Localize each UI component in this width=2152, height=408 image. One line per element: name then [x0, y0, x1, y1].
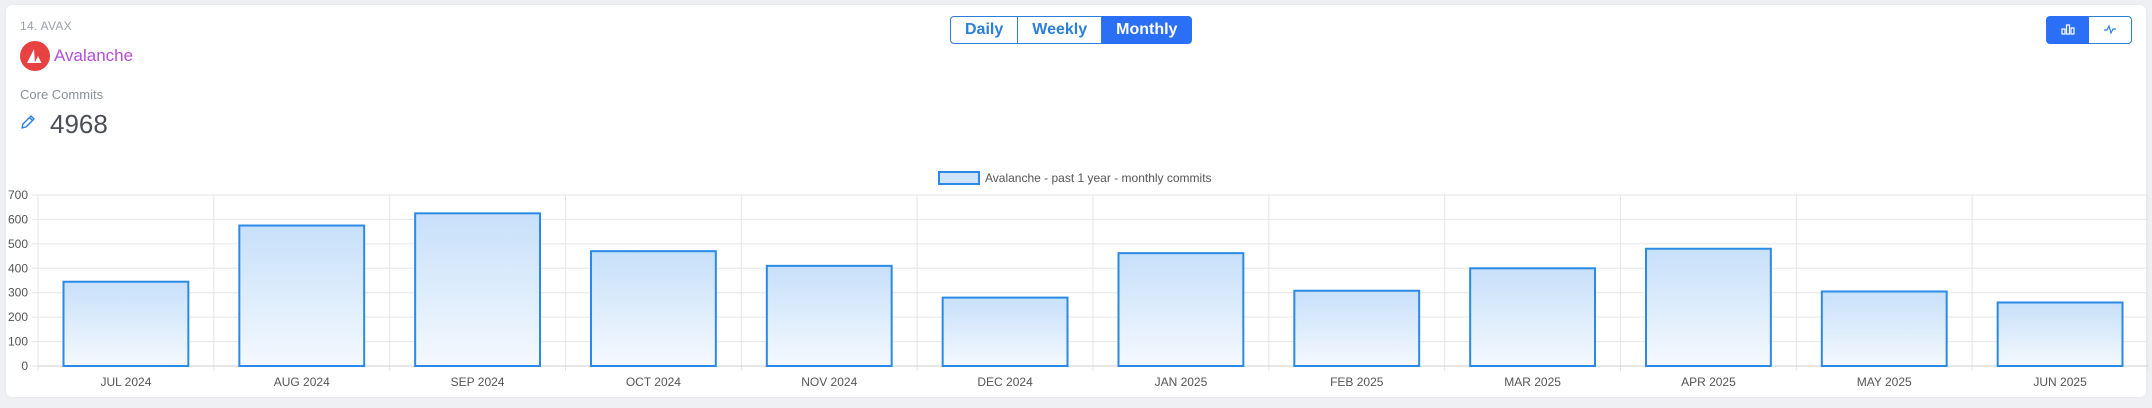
x-tick-label: AUG 2024 — [274, 375, 330, 389]
bar — [62, 280, 190, 368]
x-tick-label: APR 2025 — [1681, 375, 1736, 389]
y-tick-label: 400 — [8, 261, 28, 275]
chart-area: Avalanche - past 1 year - monthly commit… — [0, 0, 2152, 408]
bar — [1469, 267, 1597, 367]
y-axis: 0 100 200 300 400 500 600 700 — [8, 188, 28, 373]
bar — [238, 224, 366, 367]
bar — [414, 212, 542, 367]
x-tick-label: JAN 2025 — [1155, 375, 1208, 389]
x-axis: JUL 2024 AUG 2024 SEP 2024 OCT 2024 NOV 2024… — [100, 375, 2087, 389]
x-tick-label: FEB 2025 — [1330, 375, 1384, 389]
y-tick-label: 0 — [21, 359, 28, 373]
y-tick-label: 500 — [8, 237, 28, 251]
y-tick-label: 300 — [8, 286, 28, 300]
x-tick-label: NOV 2024 — [801, 375, 857, 389]
bar — [1117, 252, 1245, 367]
bar — [1293, 289, 1421, 368]
x-tick-label: DEC 2024 — [977, 375, 1033, 389]
x-tick-label: OCT 2024 — [626, 375, 681, 389]
legend-label: Avalanche - past 1 year - monthly commit… — [985, 171, 1212, 185]
bar — [1820, 290, 1948, 367]
x-tick-label: JUL 2024 — [100, 375, 151, 389]
x-tick-label: MAY 2025 — [1857, 375, 1912, 389]
x-tick-label: MAR 2025 — [1504, 375, 1561, 389]
bar — [1996, 301, 2124, 368]
x-tick-label: JUN 2025 — [2033, 375, 2087, 389]
bar — [1644, 247, 1772, 367]
chart-legend[interactable]: Avalanche - past 1 year - monthly commit… — [938, 171, 1212, 185]
y-tick-label: 600 — [8, 212, 28, 226]
legend-swatch — [938, 171, 980, 185]
bar — [941, 296, 1069, 368]
bar — [589, 250, 717, 367]
y-tick-label: 200 — [8, 310, 28, 324]
bar-chart: Avalanche - past 1 year - monthly commit… — [8, 171, 2149, 389]
bar — [765, 264, 893, 368]
x-tick-label: SEP 2024 — [451, 375, 505, 389]
y-tick-label: 700 — [8, 188, 28, 202]
y-tick-label: 100 — [8, 335, 28, 349]
